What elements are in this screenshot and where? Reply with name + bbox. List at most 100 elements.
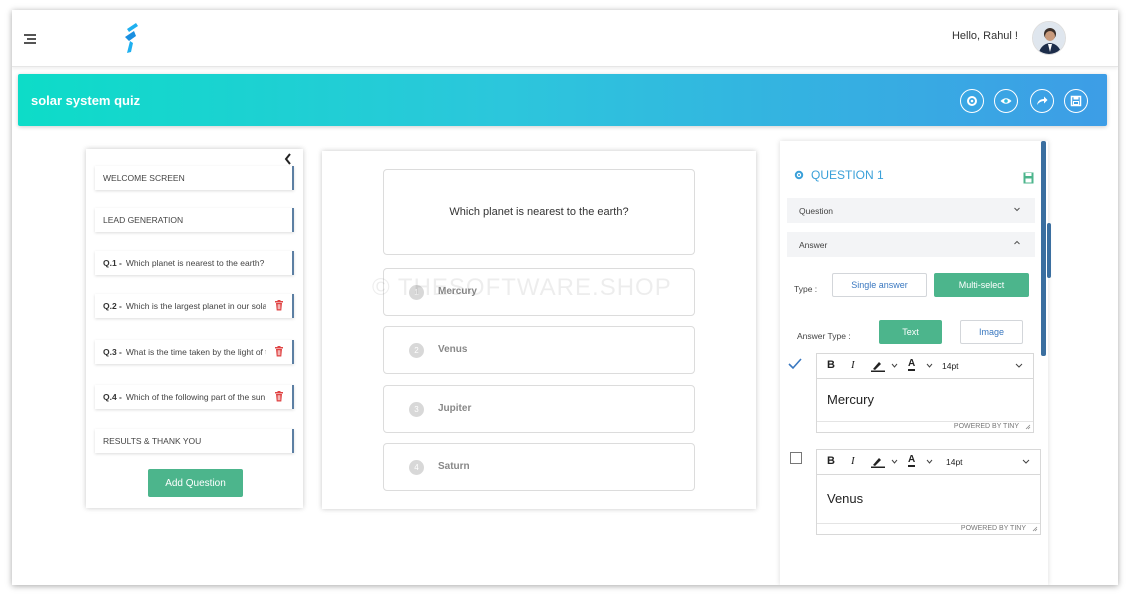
question-number: Q.4 - [103, 392, 122, 402]
question-text: Which planet is nearest to the earth? [125, 258, 265, 268]
trash-icon[interactable] [274, 300, 284, 311]
quiz-title: solar system quiz [31, 93, 141, 108]
text-color-button[interactable]: A [908, 358, 916, 371]
question-preview-panel: Which planet is nearest to the earth? 1 … [322, 151, 756, 509]
question-text-box[interactable]: Which planet is nearest to the earth? [383, 169, 695, 255]
save-icon[interactable] [1023, 172, 1034, 184]
nav-item-question-4[interactable]: Q.4 - Which of the following part of the… [95, 385, 294, 409]
answer-number: 2 [409, 343, 424, 358]
menu-icon[interactable] [24, 34, 38, 44]
italic-button[interactable]: I [851, 359, 855, 371]
chevron-up-icon [1014, 240, 1020, 245]
question-text: What is the time taken by the light of t… [125, 347, 266, 357]
settings-button[interactable] [960, 89, 984, 113]
share-icon [1037, 96, 1048, 105]
editor-content[interactable]: Venus [817, 475, 1040, 523]
answer-editor-1[interactable]: B I A 14pt Mercury POWERED BY TINY [816, 353, 1034, 433]
settings-icon [967, 96, 977, 106]
nav-item-lead-generation[interactable]: LEAD GENERATION [95, 208, 294, 232]
nav-item-question-2[interactable]: Q.2 - Which is the largest planet in our… [95, 294, 294, 318]
nav-item-welcome-screen[interactable]: WELCOME SCREEN [95, 166, 294, 190]
trash-icon[interactable] [274, 391, 284, 402]
font-size-select[interactable]: 14pt [942, 361, 959, 371]
chevron-down-icon[interactable] [926, 459, 933, 464]
answer-accordion[interactable]: Answer [787, 232, 1035, 257]
answer-option-3[interactable]: 3 Jupiter [383, 385, 695, 433]
watermark: © THESOFTWARE.SHOP [372, 274, 672, 301]
gear-icon [794, 170, 804, 180]
eye-icon [1000, 98, 1012, 104]
answer-type-label: Answer Type : [797, 331, 851, 341]
user-greeting: Hello, Rahul ! [951, 30, 1018, 42]
highlight-icon[interactable] [871, 360, 885, 372]
checkmark-icon[interactable] [788, 358, 802, 370]
question-header: QUESTION 1 [794, 168, 884, 182]
answer-label: Jupiter [438, 403, 472, 414]
resize-handle-icon[interactable] [1032, 526, 1038, 532]
italic-button[interactable]: I [851, 455, 855, 467]
question-title: QUESTION 1 [811, 168, 884, 182]
nav-item-label: RESULTS & THANK YOU [103, 436, 202, 446]
question-text: Which is the largest planet in our solar… [125, 301, 266, 311]
chevron-down-icon[interactable] [1022, 459, 1030, 464]
text-color-button[interactable]: A [908, 454, 916, 467]
editor-toolbar: B I A 14pt [817, 354, 1033, 379]
question-text: Which of the following part of the sun i… [125, 392, 266, 402]
powered-by-label: POWERED BY TINY [817, 523, 1040, 534]
editor-scrollbar-thumb[interactable] [1047, 223, 1051, 278]
type-label: Type : [794, 284, 818, 294]
preview-button[interactable] [994, 89, 1018, 113]
logo-icon [125, 23, 138, 53]
chevron-down-icon [1014, 207, 1020, 212]
image-toggle[interactable]: Image [960, 320, 1023, 344]
nav-item-question-1[interactable]: Q.1 - Which planet is nearest to the ear… [95, 251, 294, 275]
answer-option-2[interactable]: 2 Venus [383, 326, 695, 374]
answer-number: 4 [409, 460, 424, 475]
question-number: Q.2 - [103, 301, 122, 311]
powered-by-text: POWERED BY TINY [953, 423, 1019, 430]
share-button[interactable] [1030, 89, 1054, 113]
answer-number: 3 [409, 402, 424, 417]
question-number: Q.3 - [103, 347, 122, 357]
multi-select-toggle[interactable]: Multi-select [934, 273, 1029, 297]
answer-editor-2[interactable]: B I A 14pt Venus POWERED BY TINY [816, 449, 1041, 535]
single-answer-toggle[interactable]: Single answer [832, 273, 927, 297]
question-accordion[interactable]: Question [787, 198, 1035, 223]
accordion-label: Answer [799, 239, 828, 250]
editor-toolbar: B I A 14pt [817, 450, 1040, 475]
editor-scrollbar[interactable] [1041, 141, 1046, 356]
powered-by-text: POWERED BY TINY [960, 525, 1026, 532]
chevron-left-icon[interactable] [283, 152, 293, 166]
question-list-panel: WELCOME SCREEN LEAD GENERATION Q.1 - Whi… [86, 149, 303, 508]
editor-content[interactable]: Mercury [817, 379, 1033, 421]
bold-button[interactable]: B [827, 455, 835, 467]
avatar[interactable] [1032, 21, 1066, 55]
trash-icon[interactable] [274, 346, 284, 357]
resize-handle-icon[interactable] [1025, 424, 1031, 430]
question-number: Q.1 - [103, 258, 122, 268]
question-editor-panel: QUESTION 1 Question Answer Type : Single… [780, 141, 1048, 585]
chevron-down-icon[interactable] [891, 459, 898, 464]
nav-item-label: LEAD GENERATION [103, 215, 184, 225]
chevron-down-icon[interactable] [891, 363, 898, 368]
nav-item-label: WELCOME SCREEN [103, 173, 185, 183]
highlight-icon[interactable] [871, 456, 885, 468]
quiz-title-bar: solar system quiz [18, 74, 1107, 126]
font-size-select[interactable]: 14pt [946, 457, 963, 467]
accordion-label: Question [799, 205, 834, 216]
answer-label: Venus [438, 344, 468, 355]
chevron-down-icon[interactable] [926, 363, 933, 368]
app-window: Hello, Rahul ! solar system quiz WELCOME… [12, 10, 1118, 585]
save-button[interactable] [1064, 89, 1088, 113]
top-bar: Hello, Rahul ! [12, 10, 1118, 67]
nav-item-question-3[interactable]: Q.3 - What is the time taken by the ligh… [95, 340, 294, 364]
nav-item-results[interactable]: RESULTS & THANK YOU [95, 429, 294, 453]
answer-checkbox-2[interactable] [790, 452, 802, 464]
text-toggle[interactable]: Text [879, 320, 942, 344]
bold-button[interactable]: B [827, 359, 835, 371]
save-icon [1070, 95, 1082, 107]
powered-by-label: POWERED BY TINY [817, 421, 1033, 432]
chevron-down-icon[interactable] [1015, 363, 1023, 368]
answer-option-4[interactable]: 4 Saturn [383, 443, 695, 491]
add-question-button[interactable]: Add Question [148, 469, 243, 497]
